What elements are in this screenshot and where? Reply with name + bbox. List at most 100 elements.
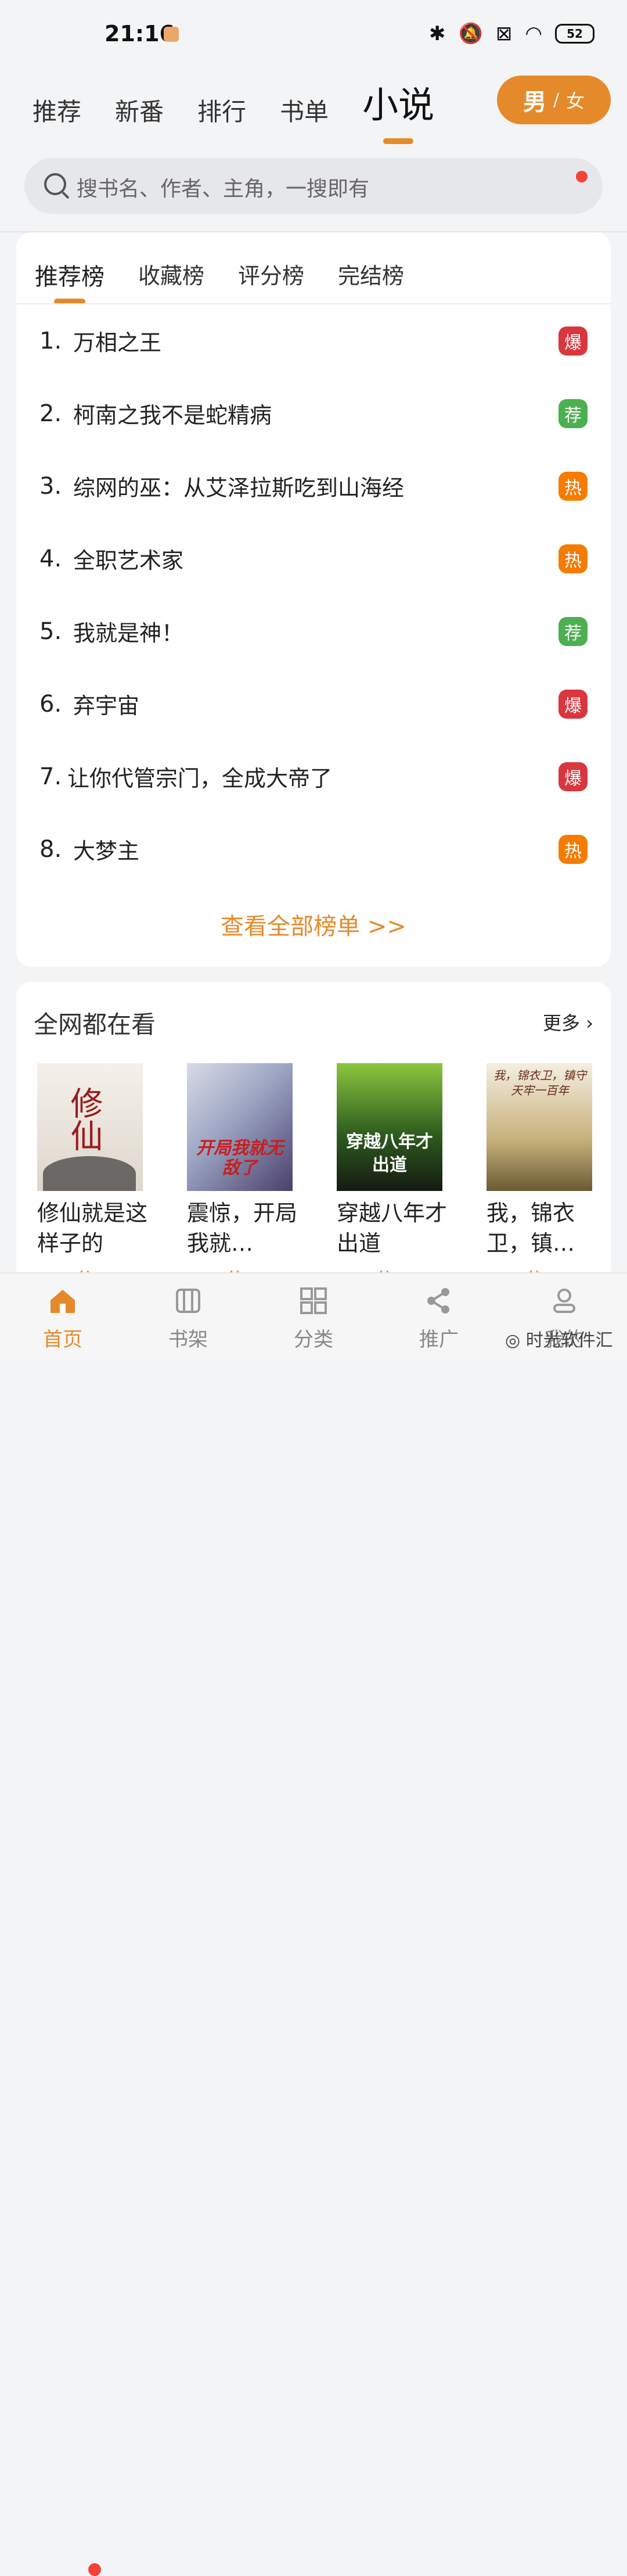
tab-new[interactable]: 新番 <box>115 92 164 128</box>
book-cover: 穿越八年才出道 <box>337 1063 442 1191</box>
nav-label: 书架 <box>168 1328 208 1351</box>
book-card[interactable]: 开局我就无敌了 震惊，开局我就… 9.0 分 <box>187 1063 309 1293</box>
watermark: ◎ 时光软件汇 <box>505 1326 613 1351</box>
book-title: 大梦主 <box>73 838 140 864</box>
nav-share[interactable]: 推广 <box>398 1285 480 1352</box>
list-item[interactable]: 3. 综网的巫：从艾泽拉斯吃到山海经 热 <box>16 450 611 522</box>
tab-ranking[interactable]: 排行 <box>197 92 246 128</box>
book-title: 柯南之我不是蛇精病 <box>73 403 272 428</box>
notification-dot <box>88 2563 101 2576</box>
book-title: 弃宇宙 <box>73 693 140 719</box>
rank-number: 7. <box>39 763 62 790</box>
top-nav: 推荐 新番 排行 书单 小说 <box>33 76 434 128</box>
tab-finished-rank[interactable]: 完结榜 <box>338 258 404 290</box>
book-card[interactable]: 穿越八年才出道 穿越八年才出道 7.0 分 <box>337 1063 459 1293</box>
trending-badge: 热 <box>558 544 588 573</box>
book-title: 修仙就是这样子的 <box>37 1200 148 1256</box>
more-link[interactable]: 更多 › <box>543 1009 593 1035</box>
book-title: 我就是神！ <box>73 620 184 646</box>
list-item[interactable]: 4. 全职艺术家 热 <box>16 522 611 595</box>
ranking-list: 1. 万相之王 爆 2. 柯南之我不是蛇精病 荐 3. 综网的巫：从艾泽拉斯吃到… <box>16 304 611 885</box>
cover-text: 我，锦衣卫，镇守天牢一百年 <box>493 1068 586 1097</box>
tab-recommend-rank[interactable]: 推荐榜 <box>35 258 105 304</box>
battery-icon: 52 <box>555 24 594 44</box>
list-item[interactable]: 6. 弃宇宙 爆 <box>16 668 611 740</box>
view-all-rankings-link[interactable]: 查看全部榜单 >> <box>16 907 611 941</box>
nav-bookshelf[interactable]: 书架 <box>147 1285 229 1352</box>
book-title: 穿越八年才出道 <box>337 1200 448 1256</box>
no-sim-icon: ⊠ <box>495 22 513 45</box>
rank-number: 6. <box>39 690 62 717</box>
book-cover: 开局我就无敌了 <box>187 1063 293 1191</box>
gender-male[interactable]: 男 <box>523 83 546 117</box>
watermark-text: 时光软件汇 <box>525 1330 613 1351</box>
tab-collect-rank[interactable]: 收藏榜 <box>138 258 204 290</box>
wifi-icon: ◠ <box>525 22 542 45</box>
nav-label: 首页 <box>43 1328 82 1351</box>
cover-text: 修仙 <box>65 1086 103 1151</box>
rank-number: 1. <box>39 327 62 354</box>
hot-badge: 爆 <box>558 326 588 356</box>
tab-booklist[interactable]: 书单 <box>280 92 329 128</box>
recommend-badge: 荐 <box>558 399 588 428</box>
list-item[interactable]: 8. 大梦主 热 <box>16 813 611 885</box>
profile-icon <box>553 1289 575 1313</box>
status-bar: 21:16 ✱ 🔕 ⊠ ◠ 52 <box>0 0 627 70</box>
list-item[interactable]: 7. 让你代管宗门，全成大帝了 爆 <box>16 740 611 813</box>
list-item[interactable]: 5. 我就是神！ 荐 <box>16 595 611 668</box>
mute-icon: 🔕 <box>458 22 483 45</box>
status-icons: ✱ 🔕 ⊠ ◠ 52 <box>429 22 594 45</box>
more-label: 更多 <box>543 1012 581 1034</box>
tab-recommend[interactable]: 推荐 <box>33 92 81 128</box>
book-card[interactable]: 我，锦衣卫，镇守天牢一百年 我，锦衣卫，镇… 8.5 分 <box>487 1063 608 1293</box>
cover-text: 开局我就无敌了 <box>196 1138 283 1178</box>
rank-number: 2. <box>39 400 62 427</box>
nav-category[interactable]: 分类 <box>273 1285 354 1352</box>
book-carousel: 修仙 修仙就是这样子的 9.0 分 开局我就无敌了 震惊，开局我就… 9.0 分… <box>37 1063 608 1293</box>
nav-home[interactable]: 首页 <box>22 1285 103 1352</box>
home-icon <box>51 1290 75 1313</box>
bluetooth-icon: ✱ <box>428 22 446 45</box>
list-item[interactable]: 2. 柯南之我不是蛇精病 荐 <box>16 377 611 450</box>
search-icon <box>44 173 66 195</box>
book-title: 综网的巫：从艾泽拉斯吃到山海经 <box>73 475 405 501</box>
hot-badge: 爆 <box>558 689 588 719</box>
list-item[interactable]: 1. 万相之王 爆 <box>16 304 611 377</box>
book-title: 全职艺术家 <box>73 548 184 573</box>
book-title: 我，锦衣卫，镇… <box>487 1200 575 1256</box>
notification-dot <box>576 171 588 182</box>
book-card[interactable]: 修仙 修仙就是这样子的 9.0 分 <box>37 1063 159 1293</box>
hot-badge: 爆 <box>558 762 588 791</box>
section-title: 全网都在看 <box>34 1010 156 1039</box>
rank-number: 4. <box>39 545 62 572</box>
book-title: 让你代管宗门，全成大帝了 <box>67 766 333 791</box>
rank-number: 5. <box>39 618 62 645</box>
book-cover: 我，锦衣卫，镇守天牢一百年 <box>487 1063 592 1191</box>
ranking-tabs: 推荐榜 收藏榜 评分榜 完结榜 <box>16 244 611 304</box>
book-title: 震惊，开局我就… <box>187 1200 298 1256</box>
gender-separator: / <box>553 89 560 110</box>
notification-icon <box>164 27 179 42</box>
search-bar[interactable]: 搜书名、作者、主角，一搜即有 <box>24 158 603 214</box>
rank-number: 3. <box>39 472 62 500</box>
nav-label: 分类 <box>294 1328 333 1351</box>
trending-badge: 热 <box>558 471 588 501</box>
gender-toggle[interactable]: 男 / 女 <box>497 76 611 124</box>
bookshelf-icon <box>176 1289 200 1313</box>
book-title: 万相之王 <box>73 330 162 356</box>
category-icon <box>300 1287 327 1314</box>
ranking-card: 推荐榜 收藏榜 评分榜 完结榜 1. 万相之王 爆 2. 柯南之我不是蛇精病 荐… <box>16 232 611 967</box>
cover-text: 穿越八年才出道 <box>346 1132 433 1175</box>
share-icon <box>427 1288 449 1314</box>
tab-label: 推荐榜 <box>35 264 105 290</box>
trending-badge: 热 <box>558 834 588 864</box>
cover-art <box>43 1156 136 1191</box>
nav-label: 推广 <box>419 1328 459 1351</box>
tab-score-rank[interactable]: 评分榜 <box>238 258 304 290</box>
tab-novel[interactable]: 小说 <box>362 76 434 128</box>
chevron-right-icon: › <box>586 1012 593 1034</box>
book-cover: 修仙 <box>37 1063 143 1191</box>
wechat-icon: ◎ <box>505 1330 526 1351</box>
gender-female[interactable]: 女 <box>566 87 585 113</box>
recommend-badge: 荐 <box>558 616 588 646</box>
